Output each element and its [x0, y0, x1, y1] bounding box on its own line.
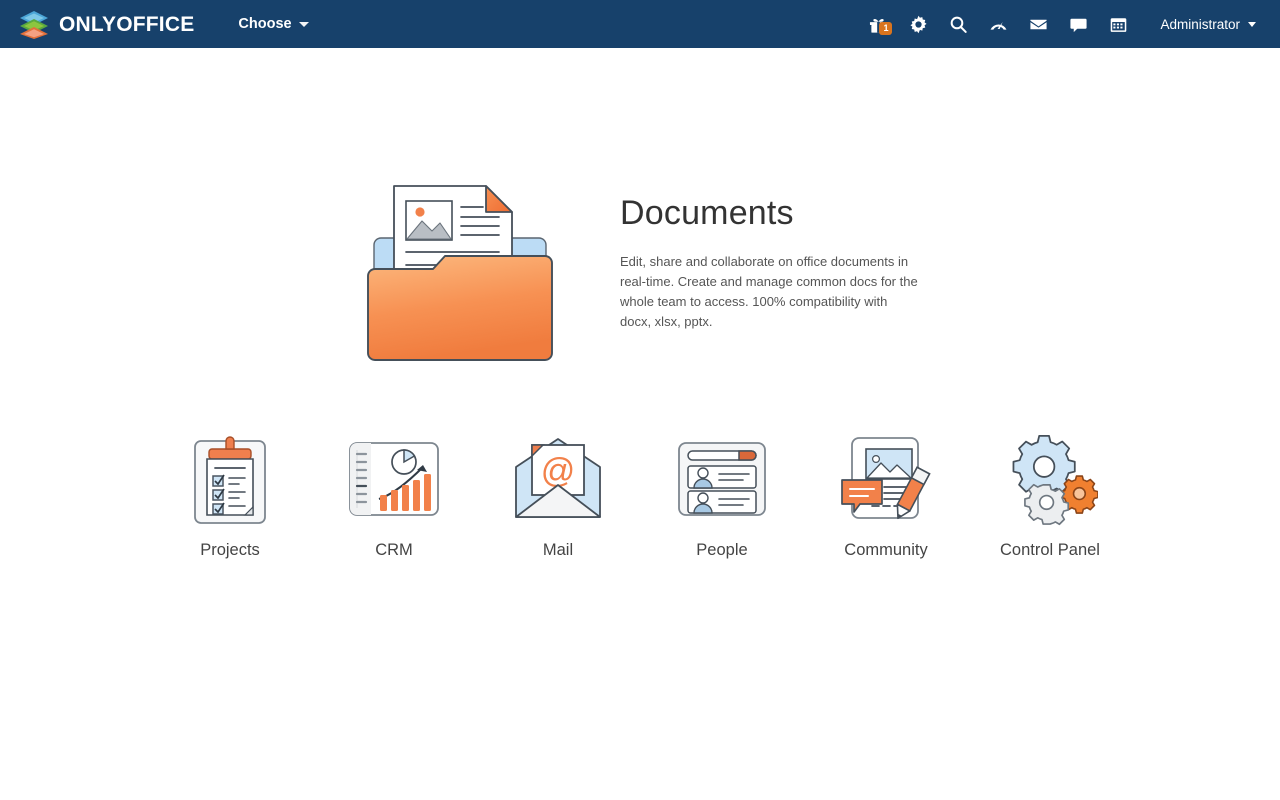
module-label-community: Community	[844, 541, 927, 560]
module-launcher-row: Projects	[0, 431, 1280, 560]
gear-icon-button[interactable]	[898, 0, 938, 48]
choose-menu-button[interactable]: Choose	[238, 16, 308, 32]
feed-icon-button[interactable]	[978, 0, 1018, 48]
module-item-control-panel[interactable]: Control Panel	[968, 431, 1132, 560]
page-title: Documents	[620, 196, 920, 230]
chat-icon-button[interactable]	[1058, 0, 1098, 48]
main-content: Documents Edit, share and collaborate on…	[0, 48, 1280, 800]
envelope-at-icon: @	[510, 431, 606, 527]
module-label-control-panel: Control Panel	[1000, 541, 1100, 560]
search-icon	[949, 15, 968, 34]
calendar-icon-button[interactable]	[1098, 0, 1138, 48]
people-contacts-icon	[674, 431, 770, 527]
community-post-icon	[838, 431, 934, 527]
module-label-people: People	[696, 541, 747, 560]
choose-menu-label: Choose	[238, 16, 291, 32]
chevron-down-icon	[299, 22, 309, 27]
module-label-mail: Mail	[543, 541, 573, 560]
clipboard-checklist-icon	[182, 431, 278, 527]
module-label-projects: Projects	[200, 541, 260, 560]
hero-text-block: Documents Edit, share and collaborate on…	[620, 178, 920, 332]
user-name-label: Administrator	[1160, 17, 1240, 32]
chevron-down-icon	[1248, 22, 1256, 27]
top-header: ONLYOFFICE Choose 1	[0, 0, 1280, 48]
gears-icon	[1002, 431, 1098, 527]
module-item-mail[interactable]: @ Mail	[476, 431, 640, 560]
onlyoffice-layers-logo-icon	[18, 9, 50, 39]
module-item-projects[interactable]: Projects	[148, 431, 312, 560]
module-item-people: People	[640, 431, 804, 560]
crm-chart-icon	[346, 431, 442, 527]
gift-icon-button[interactable]: 1	[858, 0, 898, 48]
module-label-crm: CRM	[375, 541, 413, 560]
calendar-icon	[1109, 15, 1128, 34]
hero-section: Documents Edit, share and collaborate on…	[0, 48, 1280, 373]
brand-logo[interactable]: ONLYOFFICE	[18, 9, 194, 39]
mail-icon-button[interactable]	[1018, 0, 1058, 48]
brand-name: ONLYOFFICE	[59, 14, 194, 35]
mail-icon	[1029, 15, 1048, 34]
module-item-crm[interactable]: CRM	[312, 431, 476, 560]
chat-icon	[1069, 15, 1088, 34]
gear-icon	[909, 15, 928, 34]
hero-description: Edit, share and collaborate on office do…	[620, 252, 920, 332]
search-icon-button[interactable]	[938, 0, 978, 48]
gift-badge-count: 1	[879, 22, 892, 35]
header-icon-group: 1	[858, 0, 1138, 48]
feed-icon	[989, 15, 1008, 34]
documents-folder-illustration-icon	[360, 178, 560, 373]
user-menu-button[interactable]: Administrator	[1160, 17, 1256, 32]
module-item-community[interactable]: Community	[804, 431, 968, 560]
